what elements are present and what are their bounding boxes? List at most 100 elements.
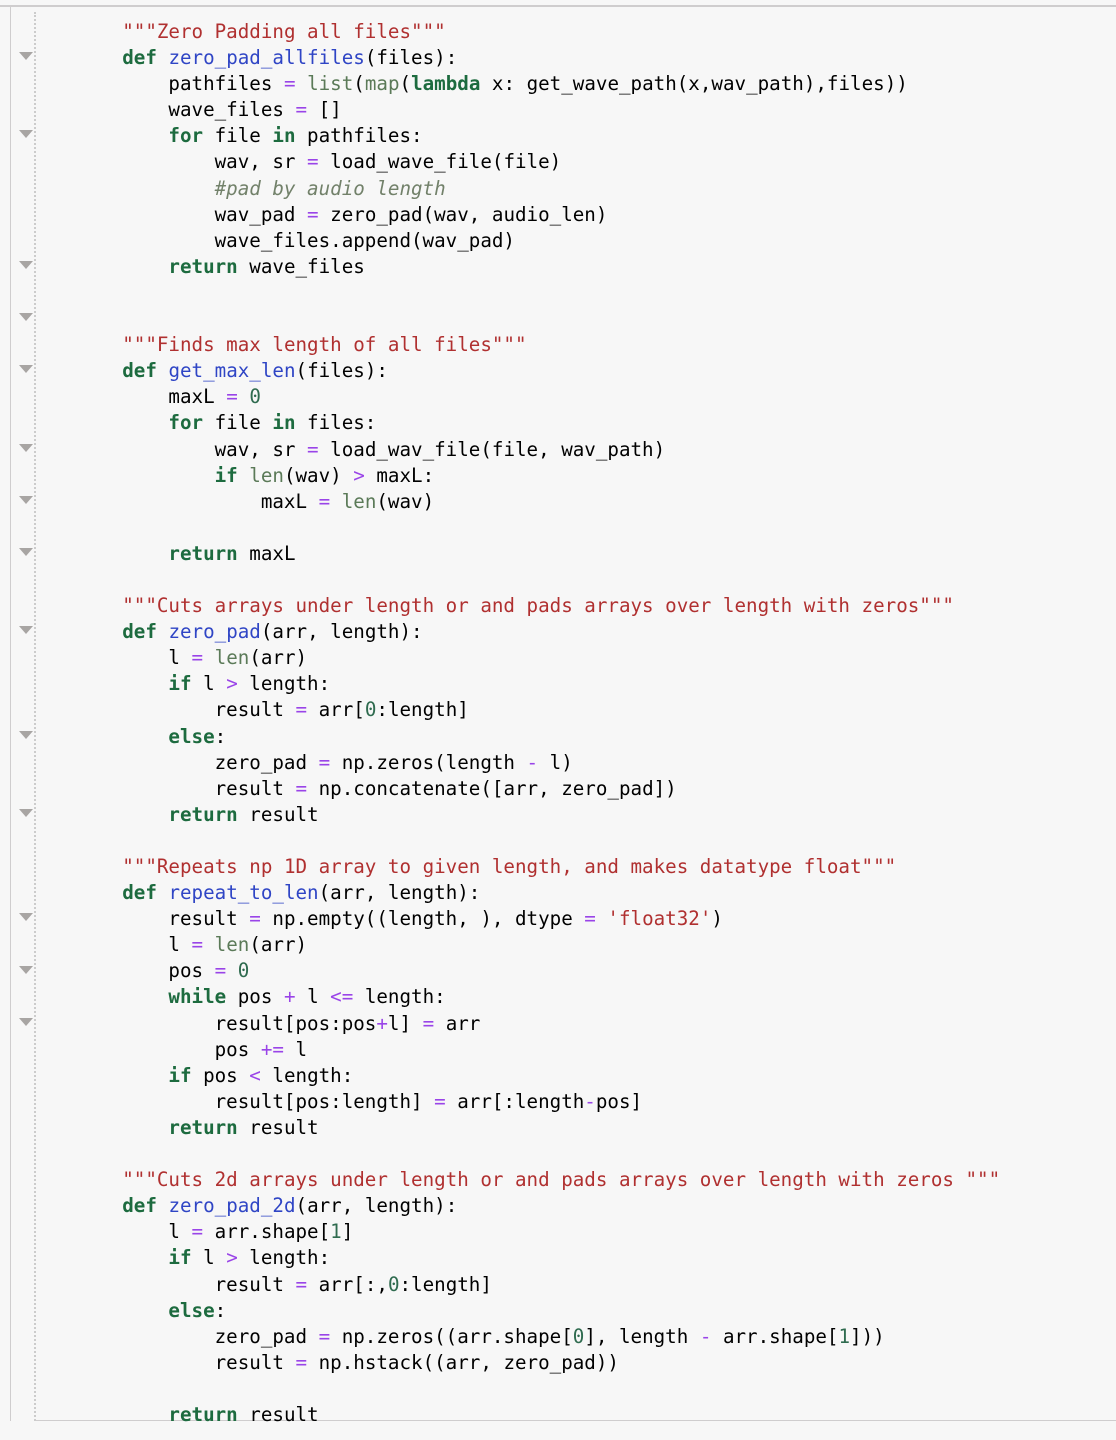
code-line: if l > length: [76,1245,1116,1271]
code-token: len [249,463,284,487]
code-token: pos [76,1037,261,1061]
code-token: """Finds max length of all files""" [122,333,527,357]
code-token: for [168,411,204,435]
code-token: if [214,463,238,487]
code-token: def [122,620,157,644]
fold-triangle-icon[interactable] [19,1017,33,1026]
fold-triangle-icon[interactable] [19,443,33,452]
code-token: length: [353,985,446,1009]
code-token: len [214,646,250,670]
fold-triangle-icon[interactable] [19,809,33,817]
code-line: def repeat_to_len(arr, length): [76,880,1116,906]
code-token: 'float32' [607,907,712,931]
fold-triangle-icon[interactable] [19,730,33,739]
code-token: = [307,150,319,174]
code-token: arr[ [307,698,365,722]
code-token: 1 [838,1324,851,1348]
code-token: maxL [237,541,296,565]
code-token: (wav) [376,489,435,513]
code-token: pos [76,959,215,983]
code-token: if [168,1063,192,1087]
code-token: arr.shape[ [203,1220,331,1244]
code-token: ] [341,1220,354,1244]
code-token: result [237,1402,319,1426]
code-line: def zero_pad_2d(arr, length): [76,1193,1116,1219]
code-token: (files): [295,359,388,383]
code-token: = [295,776,308,800]
code-token: 0 [237,959,250,983]
code-line: for file in pathfiles: [76,123,1116,149]
code-line: result = np.hstack((arr, zero_pad)) [76,1350,1116,1376]
code-token: arr[:length [445,1089,585,1113]
code-token: = [283,72,296,96]
code-token: (arr, length): [318,881,481,905]
code-token: = [295,698,308,722]
code-cell[interactable]: """Zero Padding all files""" def zero_pa… [10,6,1116,1426]
code-line: l = arr.shape[1] [76,1219,1116,1245]
code-token: ) [711,907,723,931]
fold-triangle-icon[interactable] [19,626,33,635]
code-token: list [307,72,354,96]
code-line: return result [76,1115,1116,1141]
code-token: return [168,254,238,278]
code-token: def [122,359,157,383]
code-editor-text[interactable]: """Zero Padding all files""" def zero_pa… [76,19,1116,1428]
code-line: """Repeats np 1D array to given length, … [76,854,1116,880]
cell-input-area[interactable]: """Zero Padding all files""" def zero_pa… [36,6,1116,1426]
fold-triangle-icon[interactable] [19,52,33,61]
code-token: maxL [76,489,319,513]
code-token: zero_pad [76,750,319,774]
code-token: load_wav_file(file, wav_path) [318,437,666,461]
code-token: x: get_wave_path(x,wav_path),files)) [480,72,908,96]
code-token: files: [295,411,377,435]
fold-triangle-icon[interactable] [19,495,33,504]
code-token: (arr) [249,933,308,957]
fold-triangle-icon[interactable] [19,965,33,974]
code-token: if [168,1246,192,1270]
code-token: 0 [249,385,261,409]
code-token: = [318,1324,331,1348]
code-line: for file in files: [76,410,1116,436]
fold-triangle-icon[interactable] [19,260,33,269]
code-token: > [353,463,365,487]
code-line: if len(wav) > maxL: [76,463,1116,489]
fold-triangle-icon[interactable] [19,313,33,322]
code-token: pathfiles: [295,124,423,148]
fold-triangle-icon[interactable] [19,130,33,139]
code-token: (wav) [283,463,354,487]
code-token: = [318,489,331,513]
code-token: arr.shape[ [711,1324,839,1348]
code-token: pos] [595,1089,643,1113]
code-line: result[pos:pos+l] = arr [76,1011,1116,1037]
code-line: def zero_pad_allfiles(files): [76,45,1116,71]
fold-triangle-icon[interactable] [19,365,33,374]
fold-triangle-icon[interactable] [19,913,33,922]
code-token: wave_files [237,254,365,278]
code-token: l [76,1220,192,1244]
code-token: np.hstack((arr, zero_pad)) [307,1350,619,1374]
code-token: > [226,672,238,696]
code-line: result = arr[0:length] [76,697,1116,723]
code-token: = [249,907,261,931]
code-token: ( [353,72,365,96]
code-fold-gutter[interactable] [11,6,34,1421]
code-line: pos = 0 [76,958,1116,984]
fold-triangle-icon[interactable] [19,548,33,556]
code-token: - [526,750,539,774]
code-token: np.concatenate([arr, zero_pad]) [307,776,677,800]
code-token: in [272,124,296,148]
code-line: """Finds max length of all files""" [76,332,1116,358]
code-token: repeat_to_len [168,881,319,905]
